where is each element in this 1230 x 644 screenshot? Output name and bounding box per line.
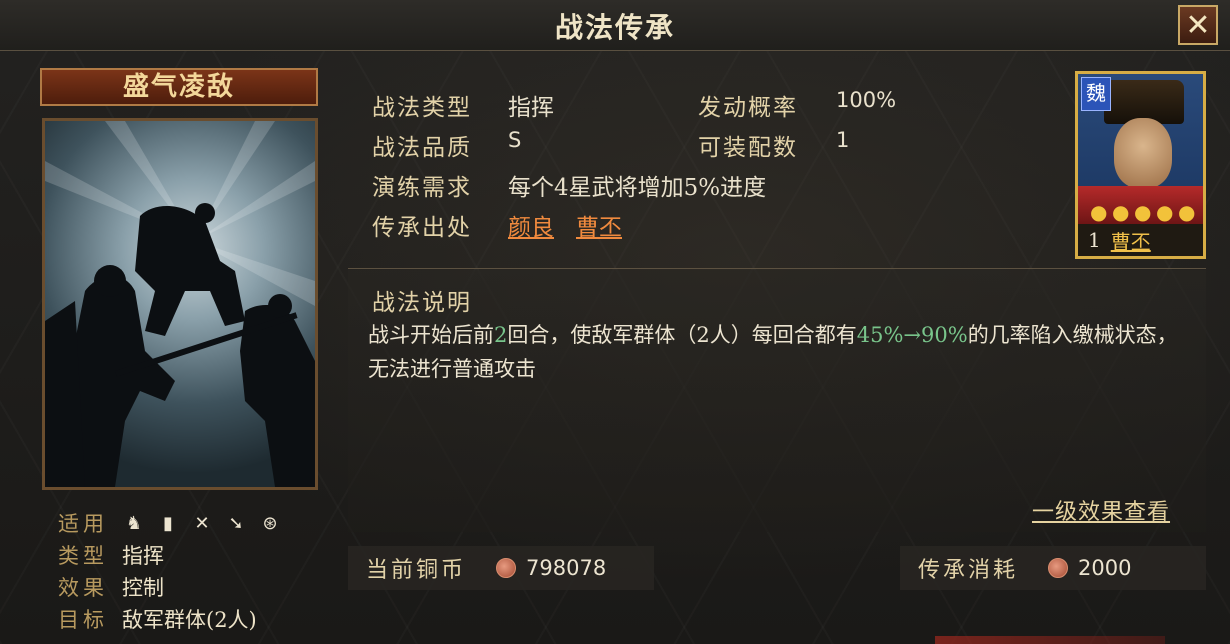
star-rating: ● ● ● ● ● bbox=[1090, 202, 1196, 222]
window-title: 战法传承 bbox=[554, 11, 675, 44]
desc-rate: 45%→90% bbox=[856, 323, 968, 347]
stat-effect: 效果 控制 bbox=[58, 572, 282, 604]
info-source-row: 传承出处 颜良 曹丕 bbox=[372, 208, 622, 242]
stat-target: 目标 敌军群体(2人) bbox=[58, 604, 282, 636]
stat-value: 敌军群体(2人) bbox=[122, 608, 257, 632]
drill-value: 每个4星武将增加5%进度 bbox=[508, 175, 767, 201]
title-bar: 战法传承 bbox=[0, 0, 1230, 51]
current-coins-box: 当前铜币 798078 bbox=[348, 546, 654, 590]
siege-icon: ⊛ bbox=[262, 513, 278, 534]
stat-type: 类型 指挥 bbox=[58, 540, 282, 572]
stat-label: 目标 bbox=[58, 608, 108, 632]
bottom-hint-strip bbox=[935, 636, 1165, 644]
portrait-face bbox=[1114, 118, 1172, 188]
inherit-cost-box: 传承消耗 2000 bbox=[900, 546, 1206, 590]
close-button[interactable]: ✕ bbox=[1178, 5, 1218, 45]
current-coins-label: 当前铜币 bbox=[366, 558, 467, 583]
close-x-icon: ✕ bbox=[1185, 7, 1211, 43]
source-link-yanliang[interactable]: 颜良 bbox=[508, 215, 554, 241]
battle-silhouette-art bbox=[45, 121, 315, 487]
star-icon: ● bbox=[1134, 200, 1152, 224]
slots-label: 可装配数 bbox=[698, 135, 798, 161]
info-drill-row: 演练需求 每个4星武将增加5%进度 bbox=[372, 168, 766, 202]
general-portrait-card[interactable]: 魏 ● ● ● ● ● 1 曹丕 bbox=[1075, 71, 1206, 259]
bow-icon: ✕ bbox=[194, 513, 210, 534]
info-type-row: 战法类型 指挥 bbox=[372, 88, 554, 122]
star-icon: ● bbox=[1112, 200, 1130, 224]
current-coins-value: 798078 bbox=[526, 556, 607, 580]
source-label: 传承出处 bbox=[372, 215, 472, 241]
rate-value: 100% bbox=[836, 88, 897, 112]
inherit-cost-label: 传承消耗 bbox=[918, 558, 1019, 583]
description-title: 战法说明 bbox=[372, 290, 472, 316]
info-rate-row: 发动概率 100% bbox=[698, 88, 896, 122]
type-label: 战法类型 bbox=[372, 95, 472, 121]
source-links: 颜良 曹丕 bbox=[508, 208, 644, 242]
description-text: 战斗开始后前2回合，使敌军群体（2人）每回合都有45%→90%的几率陷入缴械状态… bbox=[368, 318, 1178, 386]
inherit-cost-value: 2000 bbox=[1078, 556, 1132, 580]
desc-rounds: 2 bbox=[494, 323, 508, 347]
stat-label: 效果 bbox=[58, 576, 108, 600]
stat-value: 控制 bbox=[122, 576, 164, 600]
general-name-bar: 1 曹丕 bbox=[1078, 224, 1203, 256]
type-value: 指挥 bbox=[508, 95, 554, 121]
section-divider bbox=[348, 268, 1206, 269]
desc-part: 战斗开始后前 bbox=[368, 323, 494, 347]
stat-label: 类型 bbox=[58, 544, 108, 568]
star-icon: ● bbox=[1090, 200, 1108, 224]
copper-coin-icon bbox=[496, 558, 517, 578]
skill-stats: 适用 ♞ ▮ ✕ ➘ ⊛ 类型 指挥 效果 控制 目标 敌军群体(2人) bbox=[58, 508, 282, 636]
faction-badge: 魏 bbox=[1081, 77, 1111, 111]
general-level: 1 bbox=[1088, 228, 1101, 252]
quality-value: S bbox=[508, 128, 522, 152]
general-name[interactable]: 曹丕 bbox=[1111, 226, 1151, 255]
star-icon: ● bbox=[1178, 200, 1196, 224]
skill-name-banner: 盛气凌敌 bbox=[40, 68, 318, 106]
drill-label: 演练需求 bbox=[372, 175, 472, 201]
source-link-caopi[interactable]: 曹丕 bbox=[576, 215, 622, 241]
slots-value: 1 bbox=[836, 128, 850, 152]
stat-value: 指挥 bbox=[122, 544, 164, 568]
stat-label: 适用 bbox=[58, 512, 108, 536]
info-quality-row: 战法品质 S bbox=[372, 128, 521, 162]
level-one-effect-link[interactable]: 一级效果查看 bbox=[1032, 494, 1170, 526]
cavalry-icon: ♞ bbox=[125, 513, 143, 534]
quality-label: 战法品质 bbox=[372, 135, 472, 161]
description-panel bbox=[348, 270, 1206, 532]
info-slots-row: 可装配数 1 bbox=[698, 128, 849, 162]
star-icon: ● bbox=[1156, 200, 1174, 224]
desc-part: 回合，使敌军群体（2人）每回合都有 bbox=[507, 323, 857, 347]
copper-coin-icon bbox=[1048, 558, 1069, 578]
skill-illustration bbox=[42, 118, 318, 490]
shield-icon: ▮ bbox=[163, 513, 173, 534]
rate-label: 发动概率 bbox=[698, 95, 798, 121]
troop-type-icons: ♞ ▮ ✕ ➘ ⊛ bbox=[122, 508, 282, 540]
stat-applicable: 适用 ♞ ▮ ✕ ➘ ⊛ bbox=[58, 508, 282, 540]
spear-icon: ➘ bbox=[228, 513, 244, 534]
